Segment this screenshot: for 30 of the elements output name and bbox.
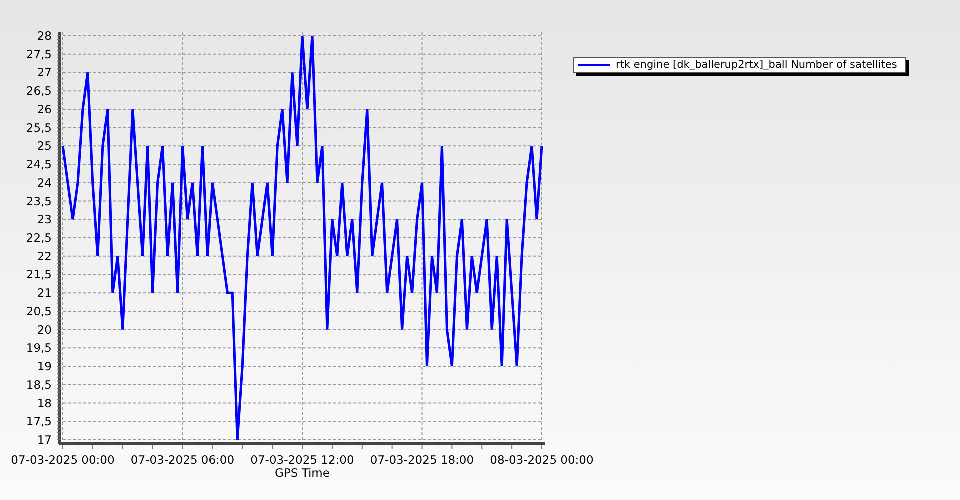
tick-label: 20 xyxy=(37,322,52,337)
tick-label: 07-03-2025 00:00 xyxy=(11,453,115,467)
tick-label: 28 xyxy=(37,29,52,43)
tick-label: 23 xyxy=(37,212,52,227)
tick-label: 07-03-2025 18:00 xyxy=(370,453,474,467)
tick-label: 18 xyxy=(37,396,52,410)
tick-label: 17,5 xyxy=(26,414,52,429)
tick-label: 26 xyxy=(37,102,52,116)
tick-label: 26,5 xyxy=(26,84,52,98)
tick-label: 21,5 xyxy=(26,268,52,282)
tick-label: 07-03-2025 06:00 xyxy=(130,453,235,467)
tick-label: 20,5 xyxy=(26,304,52,318)
tick-label: 19,5 xyxy=(26,341,52,356)
tick-label: 24 xyxy=(37,176,52,190)
tick-label: 24,5 xyxy=(26,158,52,172)
tick-label: 25 xyxy=(37,139,52,154)
tick-label: 18,5 xyxy=(26,378,52,392)
tick-label: 27,5 xyxy=(26,47,52,62)
axis-title: GPS Time xyxy=(275,466,330,480)
tick-label: 21 xyxy=(37,286,52,300)
tick-label: 23,5 xyxy=(26,194,52,208)
tick-label: 25,5 xyxy=(26,120,52,135)
tick-label: 17 xyxy=(37,433,52,447)
tick-label: 22,5 xyxy=(26,231,52,245)
tick-label: 27 xyxy=(37,66,52,80)
tick-label: 22 xyxy=(37,249,52,264)
legend-label: rtk engine [dk_ballerup2rtx]_ball Number of satellites xyxy=(616,59,898,71)
tick-label: 07-03-2025 12:00 xyxy=(250,453,354,467)
tick-label: 08-03-2025 00:00 xyxy=(490,453,594,467)
tick-label: 19 xyxy=(37,360,52,374)
